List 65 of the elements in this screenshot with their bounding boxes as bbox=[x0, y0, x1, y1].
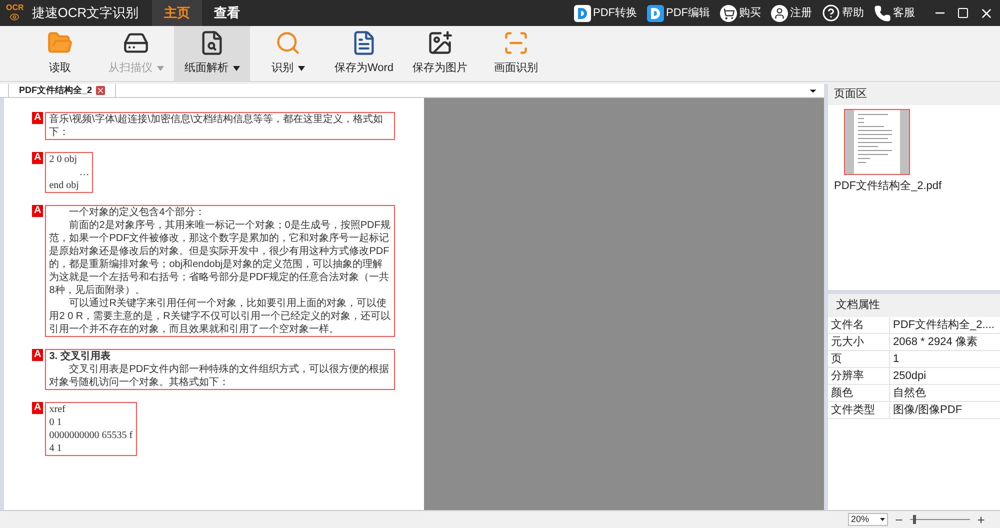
maximize-icon[interactable] bbox=[957, 7, 969, 19]
magnifier-icon bbox=[275, 30, 301, 56]
text-region-marker: A bbox=[32, 205, 44, 217]
app-title: 捷速OCR文字识别 bbox=[32, 4, 139, 22]
property-name: 元大小 bbox=[828, 334, 890, 350]
paragraph-text: 一个对象的定义包含4个部分： bbox=[68, 206, 206, 219]
code-line: … bbox=[78, 166, 90, 179]
toolbar-button[interactable]: 识别 bbox=[250, 26, 326, 81]
pdf-app-icon bbox=[574, 4, 591, 22]
property-name: 分辨率 bbox=[828, 368, 890, 384]
text-region-marker: A bbox=[32, 402, 44, 414]
phone-icon bbox=[874, 4, 891, 22]
toolbar-button[interactable]: 纸面解析 bbox=[174, 26, 250, 81]
cart-icon bbox=[720, 4, 737, 22]
property-name: 文件类型 bbox=[828, 402, 890, 418]
text-region-marker: A bbox=[32, 112, 44, 124]
toolbar-button[interactable]: 保存为图片 bbox=[402, 26, 478, 81]
property-value: 250dpi bbox=[890, 368, 1000, 384]
pdf-app-icon bbox=[647, 4, 664, 22]
app-logo: OCR bbox=[6, 4, 24, 22]
heading-text: 3. 交叉引用表 bbox=[49, 350, 112, 363]
code-line: 2 0 obj bbox=[49, 153, 78, 166]
paragraph-text: 可以通过R关键字来引用任何一个对象，比如要引用上面的对象，可以使用2 0 R，需要主意的是，R关键字不仅可以引用一个已经定义的对象，还可以引用一个并不存在的对象，而且效果就和引用了一个空对象一样。 bbox=[49, 297, 392, 336]
paragraph-text: 前面的2是对象序号，其用来唯一标记一个对象；0是生成号，按照PDF规范，如果一个PDF文件被修改，那这个数字是累加的，它和对象序号一起标记是原始对象还是修改后的对象。但是实际开发中，很少有用这种方式修改PDF的，都是重新编排对象号；obj和endobj是对象的定义范围，可以抽象的理解为这就是一个左括号和右括号；省略号部分是PDF规定的任意合法对象（一共8种，见后面附录）。 bbox=[49, 219, 392, 297]
user-icon bbox=[771, 4, 788, 22]
property-value: 1 bbox=[890, 350, 1000, 368]
code-line: xref bbox=[49, 403, 66, 416]
menu-tab[interactable]: 主页 bbox=[152, 0, 202, 26]
code-line: 0 1 bbox=[49, 416, 63, 429]
code-line: 0000000000 65535 f bbox=[49, 429, 133, 442]
panel-title: 文档属性 bbox=[828, 294, 1000, 316]
caret-icon bbox=[880, 518, 885, 521]
zoom-in-icon[interactable] bbox=[976, 514, 986, 524]
text-region-marker: A bbox=[32, 152, 44, 164]
property-value: 图像/图像PDF bbox=[890, 402, 1000, 418]
slider-thumb[interactable] bbox=[913, 515, 916, 524]
property-value: 自然色 bbox=[890, 384, 1000, 402]
header-link[interactable]: PDF转换 bbox=[574, 4, 637, 22]
panel-title: 页面区 bbox=[828, 84, 1000, 104]
text-region-marker: A bbox=[32, 349, 44, 361]
header-link[interactable]: 注册 bbox=[771, 4, 812, 22]
toolbar-button[interactable]: 读取 bbox=[22, 26, 98, 81]
property-value: PDF文件结构全_2.... bbox=[890, 316, 1000, 334]
thumbnail-caption: PDF文件结构全_2.pdf bbox=[834, 178, 942, 194]
header-link[interactable]: 购买 bbox=[720, 4, 761, 22]
screen-capture-icon bbox=[503, 30, 529, 56]
code-line: 4 1 bbox=[49, 442, 63, 455]
menu-tab[interactable]: 查看 bbox=[202, 0, 252, 26]
header-link[interactable]: 客服 bbox=[874, 4, 915, 22]
toolbar-button[interactable]: 保存为Word bbox=[326, 26, 402, 81]
paragraph-text: 交叉引用表是PDF文件内部一种特殊的文件组织方式，可以很方便的根据对象号随机访问一个对象。其格式如下： bbox=[49, 363, 390, 389]
toolbar-button[interactable]: 画面识别 bbox=[478, 26, 554, 81]
header-link[interactable]: 帮助 bbox=[822, 4, 864, 22]
page-thumbnail[interactable] bbox=[844, 108, 910, 174]
zoom-select[interactable]: 20% bbox=[848, 513, 888, 526]
image-icon bbox=[427, 30, 453, 56]
property-value: 2068 * 2924 像素 bbox=[890, 334, 1000, 350]
property-name: 文件名 bbox=[828, 316, 890, 334]
paragraph-text: 音乐\视频\字体\超连接\加密信息\文档结构信息等等，都在这里定义，格式如下： bbox=[49, 113, 384, 139]
header-link[interactable]: PDF编辑 bbox=[647, 4, 710, 22]
help-icon bbox=[822, 4, 840, 22]
property-name: 颜色 bbox=[828, 384, 890, 402]
document-tab[interactable]: PDF文件结构全_2 bbox=[8, 84, 116, 97]
code-line: end obj bbox=[49, 179, 80, 192]
property-name: 页 bbox=[828, 350, 890, 368]
